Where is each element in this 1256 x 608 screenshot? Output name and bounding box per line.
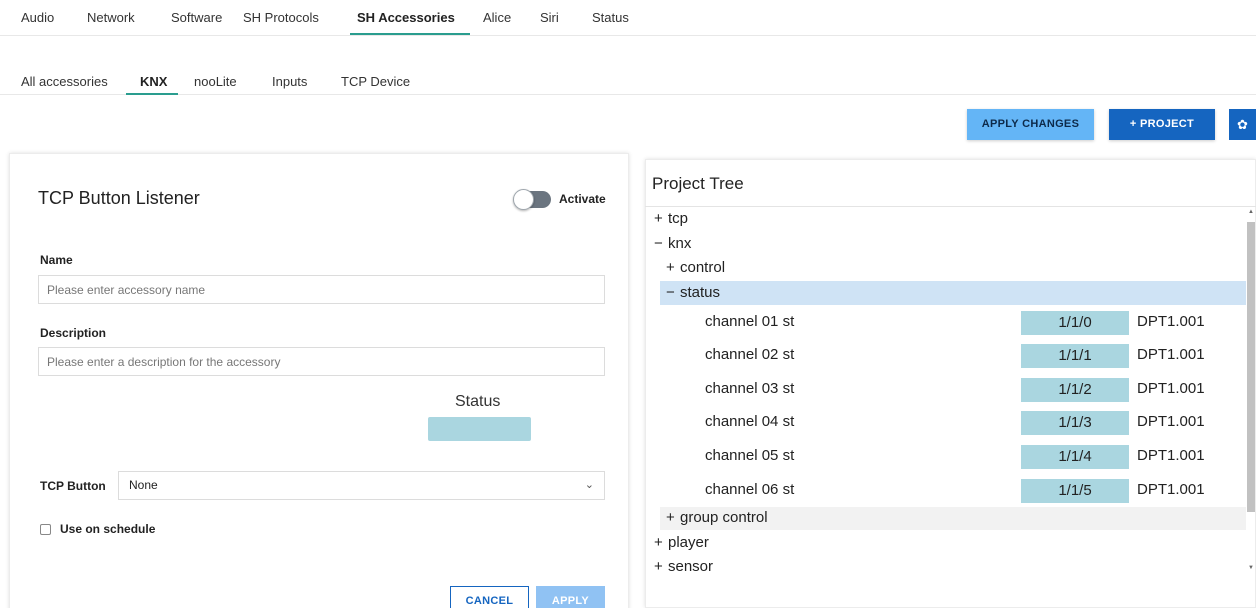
group-address: 1/1/1 — [1021, 344, 1129, 368]
tab-alice[interactable]: Alice — [483, 10, 511, 25]
tcp-button-select[interactable]: None ⌄ — [118, 471, 605, 500]
tab-status[interactable]: Status — [592, 10, 629, 25]
subtab-inputs[interactable]: Inputs — [272, 74, 307, 89]
expand-icon: + — [666, 509, 675, 526]
tab-siri[interactable]: Siri — [540, 10, 559, 25]
tree-node-control[interactable]: + control — [666, 259, 725, 276]
settings-button[interactable]: ✿ — [1229, 109, 1256, 140]
chevron-down-icon: ⌄ — [584, 479, 594, 491]
name-input[interactable] — [38, 275, 605, 304]
tab-sh-protocols[interactable]: SH Protocols — [243, 10, 319, 25]
tree-node-label: control — [680, 259, 726, 276]
project-tree-title: Project Tree — [652, 174, 744, 193]
channel-name: channel 06 st — [705, 481, 795, 498]
active-tab-indicator — [350, 33, 470, 35]
dpt-type: DPT1.001 — [1137, 346, 1205, 363]
tree-node-label: player — [668, 534, 709, 551]
tree-node-player[interactable]: + player — [654, 534, 709, 551]
gear-icon: ✿ — [1237, 117, 1248, 132]
tree-node-knx[interactable]: − knx — [654, 235, 691, 252]
scroll-thumb[interactable] — [1247, 222, 1255, 512]
tab-sh-accessories[interactable]: SH Accessories — [357, 10, 455, 25]
status-label: Status — [455, 393, 501, 410]
collapse-icon: − — [654, 235, 663, 252]
apply-changes-button[interactable]: APPLY CHANGES — [967, 109, 1094, 140]
dpt-type: DPT1.001 — [1137, 413, 1205, 430]
tree-node-label: group control — [680, 509, 768, 526]
active-subtab-indicator — [126, 93, 178, 95]
scroll-down-arrow-icon[interactable]: ▼ — [1248, 565, 1254, 571]
group-address: 1/1/5 — [1021, 479, 1129, 503]
channel-name: channel 02 st — [705, 346, 795, 363]
scroll-up-arrow-icon[interactable]: ▲ — [1248, 209, 1254, 215]
group-address: 1/1/2 — [1021, 378, 1129, 402]
tab-audio[interactable]: Audio — [21, 10, 54, 25]
channel-name: channel 04 st — [705, 413, 795, 430]
top-tab-bar: Audio Network Software SH Protocols SH A… — [0, 0, 1256, 36]
group-address: 1/1/4 — [1021, 445, 1129, 469]
expand-icon: + — [654, 558, 663, 575]
description-input[interactable] — [38, 347, 605, 376]
tab-network[interactable]: Network — [87, 10, 135, 25]
expand-icon: + — [666, 259, 675, 276]
tree-node-label: sensor — [668, 558, 714, 575]
tree-node-status[interactable]: − status — [666, 284, 720, 301]
subtab-noolite[interactable]: nooLite — [194, 74, 237, 89]
subtab-knx[interactable]: KNX — [140, 74, 167, 89]
tcp-button-value: None — [129, 478, 158, 492]
status-indicator — [428, 417, 531, 441]
channel-name: channel 01 st — [705, 313, 795, 330]
add-project-button[interactable]: + PROJECT — [1109, 109, 1215, 140]
tree-node-label: tcp — [668, 210, 689, 227]
divider — [645, 206, 1256, 207]
cancel-button[interactable]: CANCEL — [450, 586, 529, 608]
accessory-form-panel — [9, 153, 629, 608]
expand-icon: + — [654, 210, 663, 227]
activate-toggle[interactable] — [513, 189, 551, 210]
apply-button[interactable]: APPLY — [536, 586, 605, 608]
tree-node-label: knx — [668, 235, 692, 252]
tab-software[interactable]: Software — [171, 10, 222, 25]
dpt-type: DPT1.001 — [1137, 481, 1205, 498]
dpt-type: DPT1.001 — [1137, 380, 1205, 397]
tree-node-tcp[interactable]: + tcp — [654, 210, 688, 227]
channel-name: channel 03 st — [705, 380, 795, 397]
group-address: 1/1/0 — [1021, 311, 1129, 335]
tree-node-sensor[interactable]: + sensor — [654, 558, 713, 575]
toggle-knob — [513, 189, 534, 210]
subtab-tcp-device[interactable]: TCP Device — [341, 74, 410, 89]
activate-label: Activate — [559, 192, 606, 206]
tree-node-label: status — [680, 284, 721, 301]
description-label: Description — [40, 326, 107, 340]
channel-name: channel 05 st — [705, 447, 795, 464]
name-label: Name — [40, 253, 73, 267]
collapse-icon: − — [666, 284, 675, 301]
subtab-all-accessories[interactable]: All accessories — [21, 74, 108, 89]
selected-row-highlight — [660, 281, 1246, 305]
form-title: TCP Button Listener — [38, 188, 200, 208]
group-address: 1/1/3 — [1021, 411, 1129, 435]
tree-node-group-control[interactable]: + group control — [666, 509, 768, 526]
use-on-schedule-label: Use on schedule — [60, 522, 156, 536]
expand-icon: + — [654, 534, 663, 551]
dpt-type: DPT1.001 — [1137, 313, 1205, 330]
use-on-schedule-checkbox[interactable] — [40, 524, 51, 535]
sub-tab-bar: All accessories KNX nooLite Inputs TCP D… — [0, 68, 1256, 95]
tree-scrollbar[interactable]: ▲ ▼ — [1246, 207, 1256, 581]
tcp-button-label: TCP Button — [40, 479, 106, 493]
dpt-type: DPT1.001 — [1137, 447, 1205, 464]
